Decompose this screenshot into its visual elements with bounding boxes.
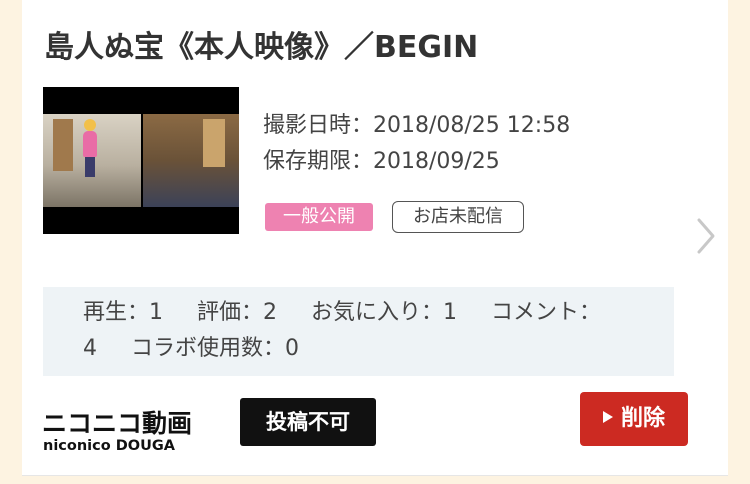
video-stats: 再生：1 評価：2 お気に入り：1 コメント：4 コラボ使用数：0 [43, 287, 674, 376]
logo-text-ja: ニコニコ動画 [42, 409, 192, 438]
video-title: 島人ぬ宝《本人映像》／BEGIN [44, 30, 479, 65]
store-status-badge: お店未配信 [392, 201, 524, 233]
play-count: 再生：1 [83, 300, 163, 325]
thumbnail-figure [83, 131, 97, 157]
favorite-count: お気に入り：1 [311, 300, 457, 325]
expiry-date: 保存期限：2018/09/25 [263, 149, 500, 174]
play-triangle-icon [602, 411, 613, 423]
collab-count: コラボ使用数：0 [131, 336, 299, 361]
post-disabled-button[interactable]: 投稿不可 [240, 398, 376, 446]
logo-text-en: niconico DOUGA [43, 438, 176, 454]
thumbnail-figure-head [84, 119, 96, 131]
video-card: 島人ぬ宝《本人映像》／BEGIN 撮影日時：2018/08/25 12:58 保… [22, 0, 728, 476]
delete-button[interactable]: 削除 [580, 392, 688, 446]
video-meta: 撮影日時：2018/08/25 12:58 保存期限：2018/09/25 [263, 108, 570, 180]
thumbnail-figure-legs [85, 157, 95, 177]
shot-datetime: 撮影日時：2018/08/25 12:58 [263, 113, 571, 138]
rating-count: 評価：2 [197, 300, 277, 325]
public-status-badge: 一般公開 [265, 203, 373, 231]
delete-button-label: 削除 [620, 406, 665, 431]
thumbnail-door [53, 119, 73, 171]
video-thumbnail[interactable] [43, 87, 239, 234]
thumbnail-door [203, 119, 225, 167]
niconico-douga-logo: ニコニコ動画 niconico DOUGA [42, 409, 192, 454]
chevron-right-icon[interactable] [691, 216, 719, 256]
